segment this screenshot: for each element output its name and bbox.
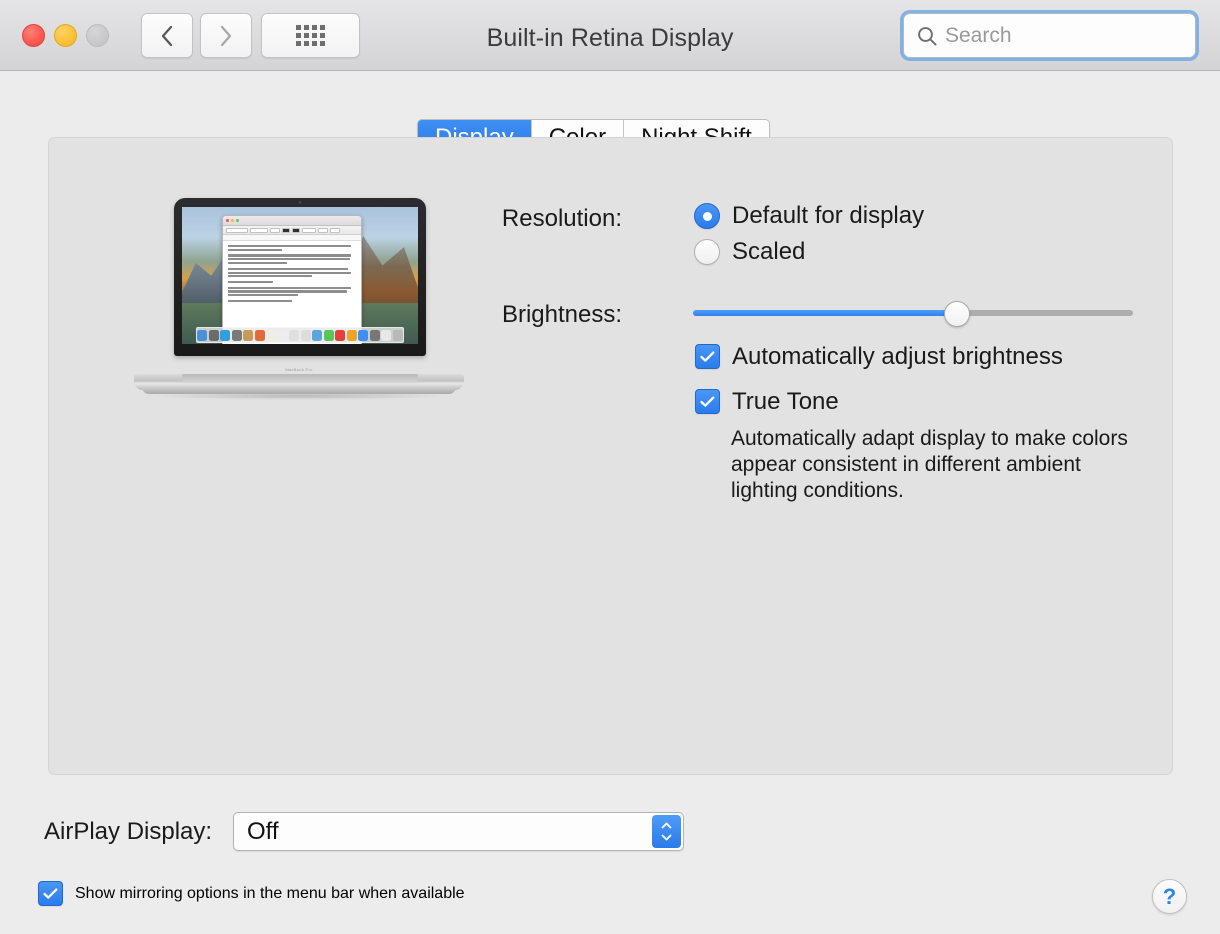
macbook-foot (142, 387, 456, 394)
macbook-preview-image: MacBook Pro (134, 198, 464, 398)
airplay-display-label: AirPlay Display: (44, 818, 212, 846)
resolution-label: Resolution: (462, 205, 622, 233)
macbook-keyboard (182, 374, 418, 383)
slider-empty-track (957, 310, 1133, 316)
radio-scaled[interactable]: Scaled (694, 238, 805, 266)
checkbox-auto-brightness[interactable]: Automatically adjust brightness (695, 344, 1063, 369)
brightness-label: Brightness: (462, 301, 622, 329)
checkbox-true-tone[interactable]: True Tone (695, 389, 839, 414)
search-field[interactable]: Search (903, 13, 1196, 58)
radio-label: Default for display (732, 202, 924, 230)
checkbox-icon (695, 344, 720, 369)
search-placeholder: Search (945, 24, 1012, 48)
textedit-minimize-icon (231, 219, 234, 222)
brightness-slider[interactable] (693, 304, 1133, 322)
slider-fill-track (693, 310, 957, 316)
true-tone-description: Automatically adapt display to make colo… (731, 426, 1149, 504)
textedit-close-icon (226, 219, 229, 222)
checkbox-show-mirroring-options[interactable]: Show mirroring options in the menu bar w… (38, 881, 465, 906)
textedit-toolbar (223, 226, 361, 235)
macbook-screen (182, 207, 418, 344)
radio-default-for-display[interactable]: Default for display (694, 202, 924, 230)
dock (196, 327, 404, 343)
search-icon (916, 25, 938, 47)
system-preferences-window: Built-in Retina Display Search Display C… (0, 0, 1220, 934)
device-name-label: MacBook Pro (134, 367, 464, 372)
help-button[interactable]: ? (1152, 879, 1187, 914)
textedit-zoom-icon (236, 219, 239, 222)
airplay-display-select[interactable]: Off (233, 812, 684, 851)
checkbox-icon (38, 881, 63, 906)
radio-label: Scaled (732, 238, 805, 266)
checkbox-label: Show mirroring options in the menu bar w… (75, 885, 465, 903)
window-titlebar: Built-in Retina Display Search (0, 0, 1220, 71)
chevron-updown-icon[interactable] (652, 815, 681, 848)
macbook-lid (174, 198, 426, 356)
camera-icon (299, 201, 302, 204)
checkbox-icon (695, 389, 720, 414)
checkbox-label: Automatically adjust brightness (732, 344, 1063, 369)
checkbox-label: True Tone (732, 389, 839, 414)
textedit-titlebar (223, 216, 361, 226)
question-mark-icon: ? (1163, 884, 1176, 910)
radio-button-icon (694, 239, 720, 265)
textedit-document (223, 241, 361, 310)
slider-thumb[interactable] (944, 301, 970, 327)
textedit-window (222, 215, 362, 344)
radio-button-icon (694, 203, 720, 229)
airplay-selected-value: Off (234, 818, 279, 846)
